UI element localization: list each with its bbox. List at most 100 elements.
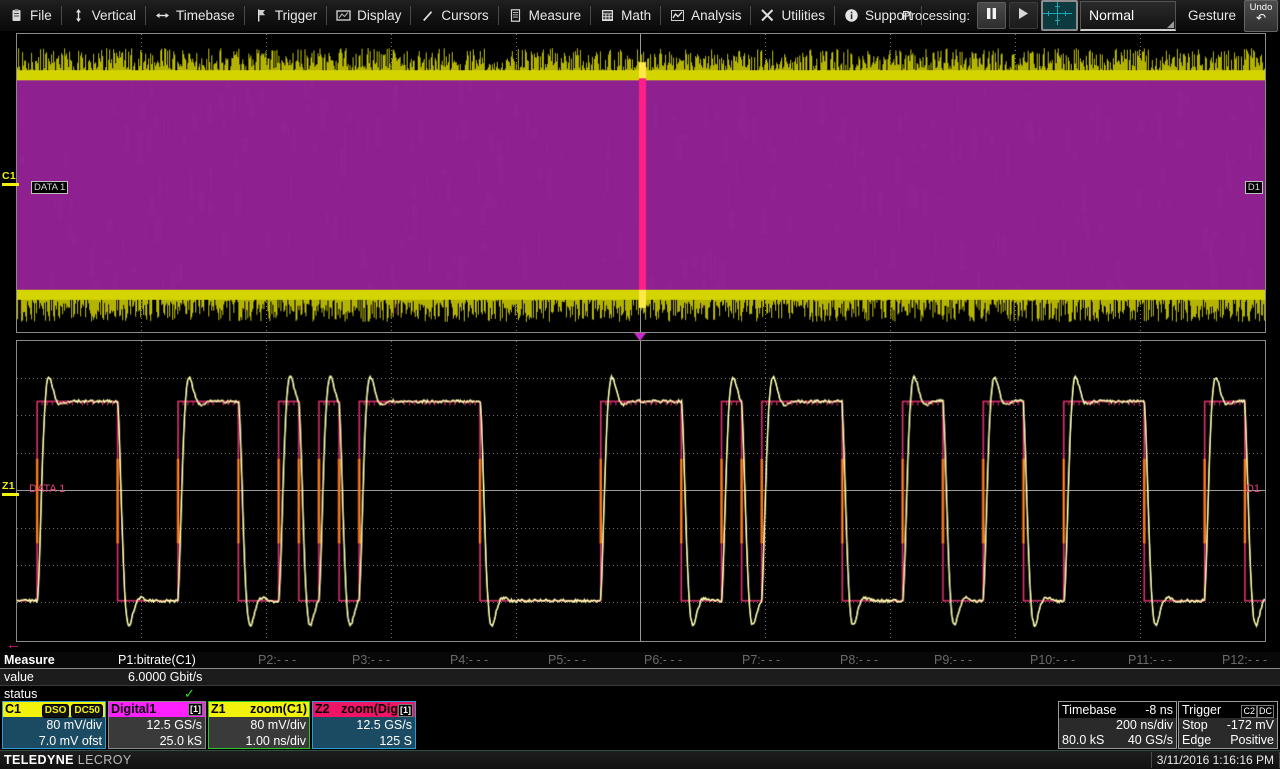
zoom-trace-label: DATA 1	[27, 483, 67, 495]
menu-item-label: Analysis	[691, 8, 741, 23]
descriptor-c1-badge-coupling: DC50	[71, 704, 103, 718]
undo-button[interactable]: Undo ↶	[1244, 0, 1278, 32]
persistence-trace-canvas	[17, 34, 1265, 332]
channel-tag-c1[interactable]: C1	[2, 170, 19, 186]
trigger-mode-value: Normal	[1089, 7, 1134, 23]
menu-item-cursors[interactable]: Cursors	[411, 0, 497, 31]
timebase-scale: 200 ns/div	[1116, 718, 1173, 733]
measure-column-name[interactable]: P11:- - -	[1128, 652, 1172, 668]
descriptor-z1-source: zoom(C1)	[250, 702, 307, 717]
trigger-mode-select[interactable]: Normal	[1080, 1, 1176, 31]
menu-item-vertical[interactable]: Vertical	[62, 0, 145, 31]
menu-item-analysis[interactable]: Analysis	[661, 0, 750, 31]
zoom-right-marker-label: D1	[1244, 483, 1262, 495]
trigger-type: Edge	[1182, 733, 1211, 748]
measure-table: Measure P1:bitrate(C1) P2:- - - P3:- - - P4…	[0, 652, 1280, 700]
measure-value-row: value 6.0000 Gbit/s	[0, 668, 1280, 686]
measure-column-name[interactable]: P4:- - -	[450, 652, 488, 668]
descriptor-z2-memory: 125 S	[316, 733, 412, 749]
menu-item-display[interactable]: Display	[327, 0, 410, 31]
descriptor-digital1[interactable]: Digital1 [1] 12.5 GS/s 25.0 kS	[108, 701, 206, 749]
descriptor-digital1-body: 12.5 GS/s 25.0 kS	[109, 717, 205, 749]
menu-item-label: Display	[357, 8, 401, 23]
display-icon	[336, 8, 351, 23]
menu-item-label: Math	[621, 8, 651, 23]
grid-layout-button[interactable]	[1041, 0, 1078, 31]
timebase-delay: -8 ns	[1145, 702, 1173, 718]
measure-column-name[interactable]: P7:- - -	[742, 652, 780, 668]
trigger-slope: Positive	[1230, 733, 1274, 748]
descriptor-c1[interactable]: C1 DSODC50 80 mV/div 7.0 mV ofst	[2, 701, 106, 749]
measure-status-check-icon: ✓	[184, 686, 195, 702]
menu-item-label: Measure	[529, 8, 582, 23]
calculator-icon	[600, 8, 615, 23]
menu-item-label: File	[30, 8, 52, 23]
channel-offset-marker	[2, 183, 19, 186]
channel-tag-z1[interactable]: Z1	[2, 480, 19, 496]
pause-button[interactable]	[977, 2, 1006, 29]
trigger-coupling-badge: DC	[1257, 705, 1274, 718]
descriptor-digital1-samplerate: 12.5 GS/s	[112, 717, 202, 733]
descriptor-z2-source: zoom(Dig	[341, 702, 398, 716]
descriptor-digital1-badge: [1]	[188, 703, 203, 716]
zoom-trace-canvas	[17, 341, 1265, 641]
menu-item-utilities[interactable]: Utilities	[751, 0, 834, 31]
measure-column-name[interactable]: P8:- - -	[840, 652, 878, 668]
measure-row-title: Measure	[4, 652, 55, 668]
descriptor-z2-samplerate: 12.5 GS/s	[316, 717, 412, 733]
menu-item-measure[interactable]: Measure	[499, 0, 591, 31]
descriptor-z2[interactable]: Z2 zoom(Dig[1] 12.5 GS/s 125 S	[312, 701, 416, 749]
zoom-offset-arrow[interactable]: ←	[6, 640, 21, 649]
pause-icon	[985, 6, 998, 26]
measure-column-name[interactable]: P6:- - -	[644, 652, 682, 668]
horizontal-arrows-icon	[155, 8, 170, 23]
play-button[interactable]	[1009, 2, 1038, 29]
measure-column-name[interactable]: P5:- - -	[548, 652, 586, 668]
descriptor-digital1-title: Digital1	[111, 702, 156, 717]
zoom-waveform-grid[interactable]: DATA 1 D1	[16, 340, 1266, 642]
trigger-header: Trigger C2DC	[1179, 702, 1277, 718]
menu-item-label: Utilities	[781, 8, 825, 23]
descriptor-z1-body: 80 mV/div 1.00 ns/div	[209, 717, 309, 749]
timebase-panel[interactable]: Timebase -8 ns 200 ns/div 80.0 kS 40 GS/…	[1058, 701, 1177, 749]
descriptor-digital1-header: Digital1 [1]	[109, 702, 205, 717]
menu-item-math[interactable]: Math	[591, 0, 660, 31]
status-bar: TELEDYNE LECROY 3/11/2016 1:16:16 PM	[0, 750, 1280, 769]
system-clock: 3/11/2016 1:16:16 PM	[1151, 752, 1280, 768]
measure-column-name[interactable]: P12:- - -	[1222, 652, 1267, 668]
measure-column-name[interactable]: P3:- - -	[352, 652, 390, 668]
menu-item-trigger[interactable]: Trigger	[245, 0, 326, 31]
measure-column-name[interactable]: P10:- - -	[1030, 652, 1075, 668]
timebase-title: Timebase	[1062, 702, 1116, 718]
descriptor-c1-badge-dso: DSO	[42, 704, 70, 718]
menu-item-timebase[interactable]: Timebase	[146, 0, 244, 31]
measure-column-name[interactable]: P2:- - -	[258, 652, 296, 668]
main-waveform-grid[interactable]: DATA 1 D1	[16, 33, 1266, 333]
descriptor-z1[interactable]: Z1 zoom(C1) 80 mV/div 1.00 ns/div	[208, 701, 310, 749]
trigger-flag-icon	[254, 8, 269, 23]
descriptor-c1-scale: 80 mV/div	[6, 717, 102, 733]
measure-column-name[interactable]: P9:- - -	[934, 652, 972, 668]
channel-tag-label: C1	[2, 170, 16, 182]
menu-item-label: Trigger	[275, 8, 317, 23]
trigger-level: -172 mV	[1227, 718, 1274, 733]
descriptor-z2-badge: [1]	[398, 704, 413, 717]
trigger-state-row: Stop -172 mV	[1179, 718, 1277, 733]
measure-column-name[interactable]: P1:bitrate(C1)	[118, 652, 196, 668]
descriptor-z1-timebase: 1.00 ns/div	[212, 733, 306, 749]
oscilloscope-screen: File Vertical Timebase Trigger	[0, 0, 1280, 768]
descriptor-z2-header: Z2 zoom(Dig[1]	[313, 702, 415, 717]
descriptor-c1-offset: 7.0 mV ofst	[6, 733, 102, 749]
info-icon	[844, 8, 859, 23]
clipboard-icon	[9, 8, 24, 23]
trigger-panel[interactable]: Trigger C2DC Stop -172 mV Edge Positive	[1178, 701, 1278, 749]
timebase-samplerate: 40 GS/s	[1128, 733, 1173, 748]
brand-logo-light: LECROY	[78, 753, 132, 767]
descriptor-c1-body: 80 mV/div 7.0 mV ofst	[3, 717, 105, 749]
descriptor-z1-title: Z1	[211, 702, 226, 717]
top-trace-label: DATA 1	[31, 181, 68, 194]
top-right-marker-label: D1	[1245, 181, 1263, 194]
timebase-header: Timebase -8 ns	[1059, 702, 1176, 718]
vertical-arrows-icon	[71, 8, 86, 23]
menu-item-file[interactable]: File	[0, 0, 61, 31]
